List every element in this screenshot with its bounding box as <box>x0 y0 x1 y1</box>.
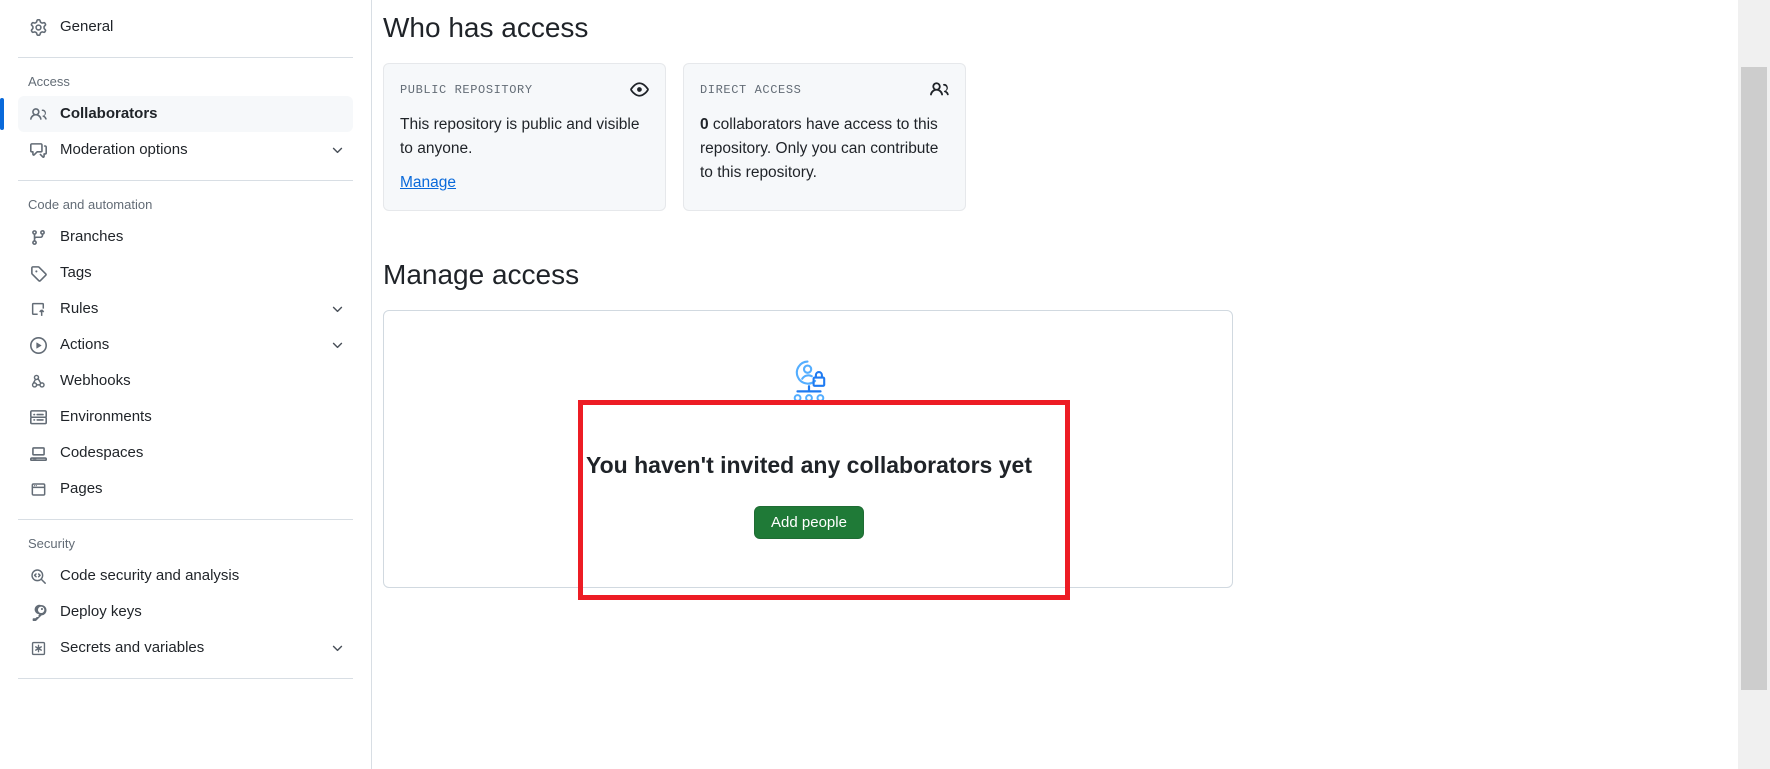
gear-icon <box>28 17 48 37</box>
sidebar-item-code-security-and-analysis[interactable]: Code security and analysis <box>18 558 353 594</box>
sidebar-item-actions[interactable]: Actions <box>18 327 353 363</box>
vertical-scrollbar-thumb[interactable] <box>1741 67 1767 690</box>
sidebar-item-label: Environments <box>60 408 152 425</box>
chevron-down-icon[interactable] <box>329 142 345 158</box>
sidebar-item-deploy-keys[interactable]: Deploy keys <box>18 594 353 630</box>
chevron-down-icon[interactable] <box>329 301 345 317</box>
sidebar-group-code-and-automation: Branches Tags Rules Actions Webhooks Env… <box>0 219 371 507</box>
code-scan-icon <box>28 566 48 586</box>
sidebar-item-codespaces[interactable]: Codespaces <box>18 435 353 471</box>
access-summary-cards: PUBLIC REPOSITORY This repository is pub… <box>383 63 966 211</box>
page-title-who-has-access: Who has access <box>383 12 589 43</box>
sidebar-item-label: Secrets and variables <box>60 639 205 656</box>
sidebar-item-label: Codespaces <box>60 444 144 461</box>
play-circle-icon <box>28 335 48 355</box>
public-repository-card: PUBLIC REPOSITORY This repository is pub… <box>383 63 666 211</box>
key-icon <box>28 602 48 622</box>
manage-access-panel: You haven't invited any collaborators ye… <box>383 310 1233 588</box>
sidebar-item-secrets-and-variables[interactable]: Secrets and variables <box>18 630 353 666</box>
settings-main-content: Who has access PUBLIC REPOSITORY This re… <box>372 0 1738 769</box>
chevron-down-icon[interactable] <box>329 337 345 353</box>
collaborators-blank-state: You haven't invited any collaborators ye… <box>384 311 1234 589</box>
content-right-gutter <box>1730 0 1738 769</box>
sidebar-group-title-code-and-automation: Code and automation <box>28 197 153 212</box>
sidebar-item-environments[interactable]: Environments <box>18 399 353 435</box>
sidebar-item-label: Webhooks <box>60 372 131 389</box>
sidebar-group-title-security: Security <box>28 536 75 551</box>
add-people-button[interactable]: Add people <box>754 506 864 539</box>
server-icon <box>28 407 48 427</box>
sidebar-item-tags[interactable]: Tags <box>18 255 353 291</box>
sidebar-item-rules[interactable]: Rules <box>18 291 353 327</box>
sidebar-item-collaborators[interactable]: Collaborators <box>0 96 353 132</box>
sidebar-item-label: Collaborators <box>60 105 158 122</box>
rules-icon <box>28 299 48 319</box>
sidebar-group-general: General <box>0 9 371 45</box>
public-repository-eyebrow: PUBLIC REPOSITORY <box>400 83 533 97</box>
person-lock-network-icon <box>777 353 841 420</box>
sidebar-item-label: Moderation options <box>60 141 188 158</box>
sidebar-item-label: Actions <box>60 336 110 353</box>
eye-icon <box>630 80 649 99</box>
comment-discussion-icon <box>28 140 48 160</box>
blank-state-heading: You haven't invited any collaborators ye… <box>586 452 1032 478</box>
sidebar-item-label: Code security and analysis <box>60 567 240 584</box>
direct-access-description: 0 collaborators have access to this repo… <box>700 113 949 185</box>
sidebar-item-label: Tags <box>60 264 92 281</box>
sidebar-item-label: Rules <box>60 300 99 317</box>
sidebar-item-pages[interactable]: Pages <box>18 471 353 507</box>
sidebar-group-access: Collaborators Moderation options <box>0 96 371 168</box>
sidebar-item-label: Pages <box>60 480 103 497</box>
page-title-manage-access: Manage access <box>383 259 580 290</box>
sidebar-item-general[interactable]: General <box>18 9 353 45</box>
sidebar-item-webhooks[interactable]: Webhooks <box>18 363 353 399</box>
settings-page: General Access Collaborators Moderation … <box>0 0 1770 769</box>
repository-settings-sidebar: General Access Collaborators Moderation … <box>0 0 372 769</box>
sidebar-group-security: Code security and analysis Deploy keys S… <box>0 558 371 666</box>
sidebar-item-label: General <box>60 18 114 35</box>
codespaces-icon <box>28 443 48 463</box>
browser-icon <box>28 479 48 499</box>
direct-access-description-text: collaborators have access to this reposi… <box>700 116 939 181</box>
sidebar-item-label: Branches <box>60 228 124 245</box>
chevron-down-icon[interactable] <box>329 640 345 656</box>
direct-access-card: DIRECT ACCESS 0 collaborators have acces… <box>683 63 966 211</box>
public-repository-description: This repository is public and visible to… <box>400 116 640 157</box>
sidebar-item-moderation-options[interactable]: Moderation options <box>18 132 353 168</box>
git-branch-icon <box>28 227 48 247</box>
people-icon <box>28 104 48 124</box>
tag-icon <box>28 263 48 283</box>
sidebar-group-title-access: Access <box>28 74 70 89</box>
manage-link[interactable]: Manage <box>400 172 456 194</box>
sidebar-item-label: Deploy keys <box>60 603 142 620</box>
direct-access-eyebrow: DIRECT ACCESS <box>700 83 802 97</box>
asterisk-box-icon <box>28 638 48 658</box>
sidebar-item-branches[interactable]: Branches <box>18 219 353 255</box>
sidebar-divider <box>18 678 353 679</box>
webhook-icon <box>28 371 48 391</box>
people-icon <box>930 80 949 99</box>
vertical-scrollbar-track[interactable] <box>1738 0 1770 769</box>
collaborator-count: 0 <box>700 116 709 133</box>
